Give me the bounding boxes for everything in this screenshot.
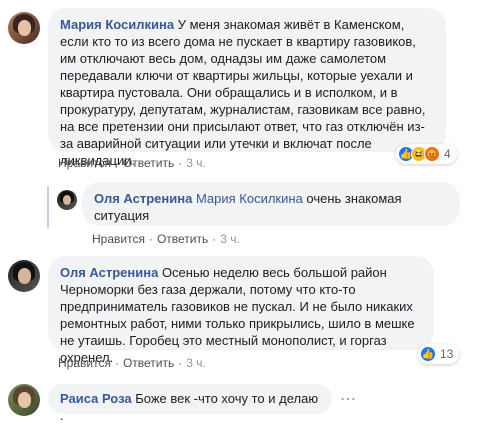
comment-actions: Нравится · Ответить · 3 ч. — [58, 356, 206, 370]
reply-link[interactable]: Ответить — [123, 356, 174, 370]
more-options-icon[interactable]: ⋯ — [340, 389, 357, 409]
angry-icon: 😡 — [424, 146, 440, 162]
comment-text: У меня знакомая живёт в Каменском, если … — [60, 17, 426, 168]
reactions-summary[interactable]: 👍 13 — [418, 344, 460, 364]
avatar[interactable] — [57, 190, 77, 210]
comment-time[interactable]: 3 ч. — [186, 356, 206, 370]
comment-bubble: Мария Косилкина У меня знакомая живёт в … — [48, 8, 446, 168]
like-icon: 👍 — [420, 346, 436, 362]
reply-link[interactable]: Ответить — [123, 156, 174, 170]
avatar[interactable] — [8, 260, 40, 292]
avatar[interactable] — [8, 384, 40, 416]
comment-author[interactable]: Оля Астренина — [94, 191, 192, 206]
comment-actions: Нравится · Ответить · 3 ч. — [58, 156, 206, 170]
comment-author[interactable]: Раиса Роза — [60, 391, 132, 406]
thread-line — [47, 186, 49, 228]
mention-link[interactable]: Мария Косилкина — [196, 191, 303, 206]
comment-bubble: Раиса Роза Боже век -что хочу то и делаю… — [48, 384, 332, 423]
comment-author[interactable]: Мария Косилкина — [60, 17, 174, 32]
comment-time[interactable]: 3 ч. — [186, 156, 206, 170]
avatar[interactable] — [8, 12, 40, 44]
like-link[interactable]: Нравится — [92, 232, 145, 246]
reaction-count: 13 — [440, 347, 454, 361]
reactions-summary[interactable]: 👍 😆 😡 4 — [396, 144, 457, 164]
reply-link[interactable]: Ответить — [157, 232, 208, 246]
reaction-count: 4 — [444, 147, 451, 161]
like-link[interactable]: Нравится — [58, 356, 111, 370]
comment-time[interactable]: 3 ч. — [220, 232, 240, 246]
comment-bubble: Оля Астренина Мария Косилкина очень знак… — [82, 182, 460, 226]
comment-bubble: Оля Астренина Осенью неделю весь большой… — [48, 256, 434, 365]
like-link[interactable]: Нравится — [58, 156, 111, 170]
comment-author[interactable]: Оля Астренина — [60, 265, 158, 280]
comment-actions: Нравится · Ответить · 3 ч. — [92, 232, 240, 246]
comment-text: Осенью неделю весь большой район Черномо… — [60, 265, 415, 365]
